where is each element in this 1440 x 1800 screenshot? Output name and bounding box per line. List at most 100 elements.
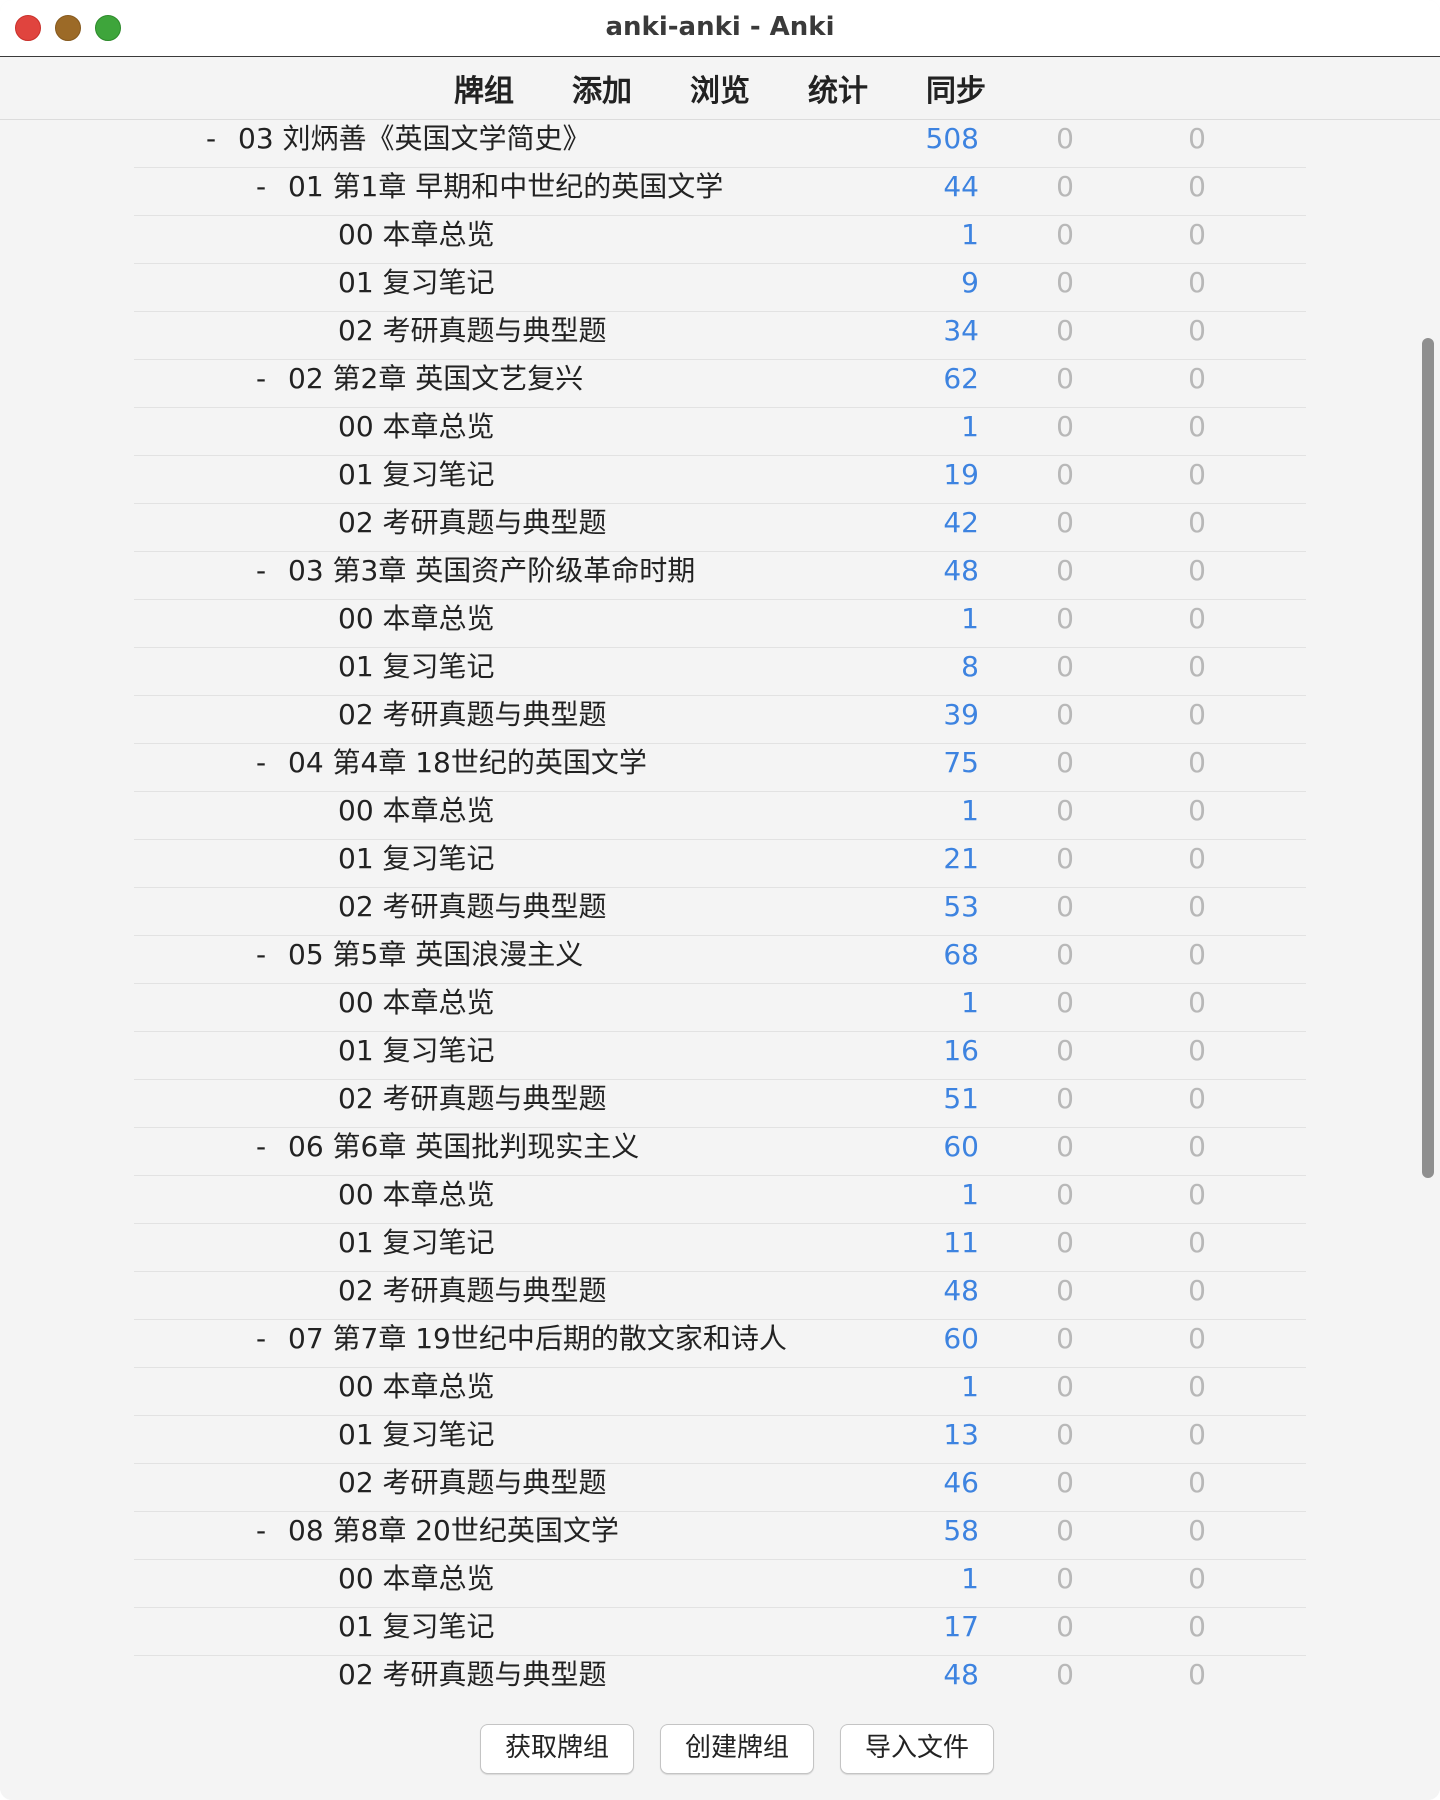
- deck-row[interactable]: 01 复习笔记 9 0 0: [134, 264, 1306, 312]
- deck-row[interactable]: 01 复习笔记 19 0 0: [134, 456, 1306, 504]
- deck-name-link[interactable]: 00 本章总览: [338, 216, 495, 264]
- deck-name-link[interactable]: 01 复习笔记: [338, 264, 495, 312]
- deck-name-link[interactable]: 02 考研真题与典型题: [338, 1272, 607, 1320]
- deck-row[interactable]: 02 考研真题与典型题 53 0 0: [134, 888, 1306, 936]
- deck-row[interactable]: 00 本章总览 1 0 0: [134, 1560, 1306, 1608]
- deck-name-link[interactable]: 03 刘炳善《英国文学简史》: [238, 120, 591, 168]
- new-count: 8: [961, 650, 979, 683]
- deck-name-link[interactable]: 07 第7章 19世纪中后期的散文家和诗人: [288, 1320, 787, 1368]
- deck-row[interactable]: 02 考研真题与典型题 48 0 0: [134, 1272, 1306, 1320]
- toolbar-browse[interactable]: 浏览: [690, 66, 750, 110]
- deck-row[interactable]: 01 复习笔记 8 0 0: [134, 648, 1306, 696]
- deck-row[interactable]: 00 本章总览 1 0 0: [134, 792, 1306, 840]
- import-file-button[interactable]: 导入文件: [840, 1724, 994, 1774]
- learn-count: 0: [1056, 746, 1074, 779]
- due-count: 0: [1188, 1562, 1206, 1595]
- collapse-toggle[interactable]: -: [256, 360, 266, 408]
- deck-name-link[interactable]: 00 本章总览: [338, 1560, 495, 1608]
- deck-name-link[interactable]: 05 第5章 英国浪漫主义: [288, 936, 583, 984]
- deck-name-link[interactable]: 01 复习笔记: [338, 1608, 495, 1656]
- get-shared-decks-button[interactable]: 获取牌组: [480, 1724, 634, 1774]
- deck-name-link[interactable]: 02 考研真题与典型题: [338, 312, 607, 360]
- deck-name-link[interactable]: 01 复习笔记: [338, 840, 495, 888]
- deck-name-link[interactable]: 02 第2章 英国文艺复兴: [288, 360, 583, 408]
- deck-row[interactable]: 02 考研真题与典型题 51 0 0: [134, 1080, 1306, 1128]
- learn-count: 0: [1056, 1370, 1074, 1403]
- toolbar-stats[interactable]: 统计: [808, 66, 868, 110]
- new-count: 17: [943, 1610, 979, 1643]
- deck-row[interactable]: -04 第4章 18世纪的英国文学 75 0 0: [134, 744, 1306, 792]
- deck-row[interactable]: 01 复习笔记 17 0 0: [134, 1608, 1306, 1656]
- collapse-toggle[interactable]: -: [256, 168, 266, 216]
- deck-name-link[interactable]: 02 考研真题与典型题: [338, 1656, 607, 1698]
- deck-name-link[interactable]: 01 复习笔记: [338, 1224, 495, 1272]
- deck-row[interactable]: -02 第2章 英国文艺复兴 62 0 0: [134, 360, 1306, 408]
- deck-row[interactable]: 00 本章总览 1 0 0: [134, 216, 1306, 264]
- deck-name-link[interactable]: 02 考研真题与典型题: [338, 696, 607, 744]
- deck-name-link[interactable]: 03 第3章 英国资产阶级革命时期: [288, 552, 695, 600]
- deck-list-scrollbar[interactable]: [1422, 338, 1434, 1178]
- deck-row[interactable]: 00 本章总览 1 0 0: [134, 984, 1306, 1032]
- deck-row[interactable]: -03 第3章 英国资产阶级革命时期 48 0 0: [134, 552, 1306, 600]
- deck-name-link[interactable]: 00 本章总览: [338, 600, 495, 648]
- deck-name-link[interactable]: 02 考研真题与典型题: [338, 1464, 607, 1512]
- deck-row[interactable]: 02 考研真题与典型题 46 0 0: [134, 1464, 1306, 1512]
- deck-row[interactable]: 01 复习笔记 21 0 0: [134, 840, 1306, 888]
- due-count: 0: [1188, 794, 1206, 827]
- due-count: 0: [1188, 362, 1206, 395]
- due-count: 0: [1188, 506, 1206, 539]
- deck-row[interactable]: -03 刘炳善《英国文学简史》 508 0 0: [134, 120, 1306, 168]
- deck-name-link[interactable]: 02 考研真题与典型题: [338, 888, 607, 936]
- toolbar-decks[interactable]: 牌组: [454, 66, 514, 110]
- new-count: 508: [925, 122, 979, 155]
- toolbar-add[interactable]: 添加: [572, 66, 632, 110]
- deck-name-link[interactable]: 02 考研真题与典型题: [338, 504, 607, 552]
- deck-row[interactable]: 00 本章总览 1 0 0: [134, 1176, 1306, 1224]
- deck-row[interactable]: 02 考研真题与典型题 48 0 0: [134, 1656, 1306, 1698]
- learn-count: 0: [1056, 1178, 1074, 1211]
- deck-name-link[interactable]: 01 复习笔记: [338, 456, 495, 504]
- deck-row[interactable]: 01 复习笔记 13 0 0: [134, 1416, 1306, 1464]
- collapse-toggle[interactable]: -: [256, 744, 266, 792]
- new-count: 9: [961, 266, 979, 299]
- collapse-toggle[interactable]: -: [256, 1320, 266, 1368]
- deck-name-link[interactable]: 06 第6章 英国批判现实主义: [288, 1128, 639, 1176]
- create-deck-button[interactable]: 创建牌组: [660, 1724, 814, 1774]
- deck-row[interactable]: 01 复习笔记 11 0 0: [134, 1224, 1306, 1272]
- due-count: 0: [1188, 410, 1206, 443]
- deck-row[interactable]: 00 本章总览 1 0 0: [134, 408, 1306, 456]
- due-count: 0: [1188, 122, 1206, 155]
- deck-name-link[interactable]: 02 考研真题与典型题: [338, 1080, 607, 1128]
- collapse-toggle[interactable]: -: [256, 936, 266, 984]
- deck-name-link[interactable]: 00 本章总览: [338, 1176, 495, 1224]
- new-count: 53: [943, 890, 979, 923]
- deck-name-link[interactable]: 00 本章总览: [338, 984, 495, 1032]
- deck-row[interactable]: 02 考研真题与典型题 34 0 0: [134, 312, 1306, 360]
- deck-name-link[interactable]: 08 第8章 20世纪英国文学: [288, 1512, 619, 1560]
- deck-name-link[interactable]: 00 本章总览: [338, 1368, 495, 1416]
- deck-row[interactable]: -06 第6章 英国批判现实主义 60 0 0: [134, 1128, 1306, 1176]
- due-count: 0: [1188, 746, 1206, 779]
- collapse-toggle[interactable]: -: [256, 1512, 266, 1560]
- deck-row[interactable]: 01 复习笔记 16 0 0: [134, 1032, 1306, 1080]
- due-count: 0: [1188, 698, 1206, 731]
- deck-name-link[interactable]: 01 复习笔记: [338, 648, 495, 696]
- collapse-toggle[interactable]: -: [256, 1128, 266, 1176]
- collapse-toggle[interactable]: -: [206, 120, 216, 168]
- deck-row[interactable]: -05 第5章 英国浪漫主义 68 0 0: [134, 936, 1306, 984]
- deck-row[interactable]: -01 第1章 早期和中世纪的英国文学 44 0 0: [134, 168, 1306, 216]
- toolbar-sync[interactable]: 同步: [926, 66, 986, 110]
- deck-name-link[interactable]: 00 本章总览: [338, 408, 495, 456]
- deck-name-link[interactable]: 01 复习笔记: [338, 1416, 495, 1464]
- deck-name-link[interactable]: 00 本章总览: [338, 792, 495, 840]
- deck-name-link[interactable]: 01 第1章 早期和中世纪的英国文学: [288, 168, 723, 216]
- collapse-toggle[interactable]: -: [256, 552, 266, 600]
- deck-row[interactable]: -08 第8章 20世纪英国文学 58 0 0: [134, 1512, 1306, 1560]
- deck-name-link[interactable]: 01 复习笔记: [338, 1032, 495, 1080]
- deck-row[interactable]: -07 第7章 19世纪中后期的散文家和诗人 60 0 0: [134, 1320, 1306, 1368]
- deck-row[interactable]: 00 本章总览 1 0 0: [134, 600, 1306, 648]
- deck-name-link[interactable]: 04 第4章 18世纪的英国文学: [288, 744, 647, 792]
- deck-row[interactable]: 00 本章总览 1 0 0: [134, 1368, 1306, 1416]
- deck-row[interactable]: 02 考研真题与典型题 39 0 0: [134, 696, 1306, 744]
- deck-row[interactable]: 02 考研真题与典型题 42 0 0: [134, 504, 1306, 552]
